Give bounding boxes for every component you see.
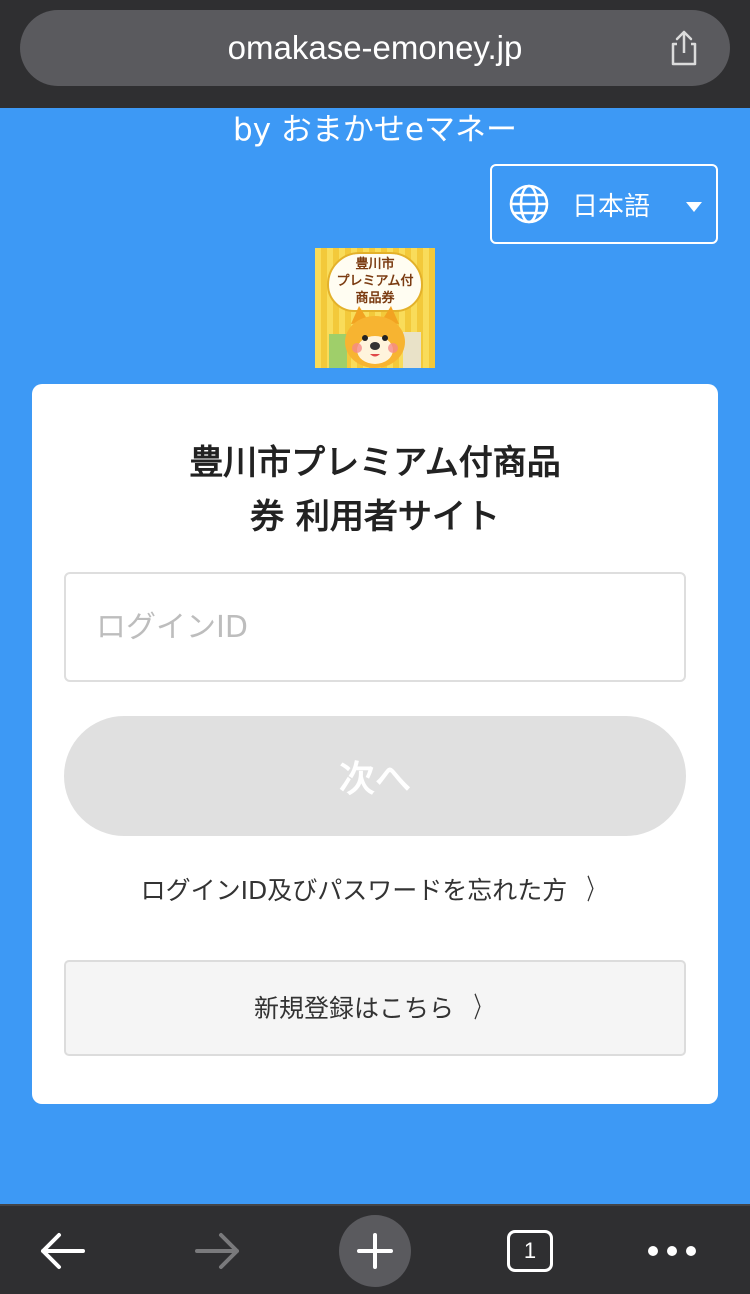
login-card: 豊川市プレミアム付商品 券 利用者サイト 次へ ログインID及びパスワードを忘れ… — [32, 384, 718, 1104]
login-id-input[interactable] — [64, 572, 686, 682]
logo-line: 豊川市 — [355, 257, 395, 272]
register-button[interactable]: 新規登録はこちら〉 — [64, 960, 686, 1056]
back-button[interactable] — [12, 1206, 112, 1294]
tab-count: 1 — [507, 1230, 553, 1272]
chevron-right-icon: 〉 — [473, 991, 491, 1024]
url-text: omakase-emoney.jp — [227, 29, 523, 66]
logo-line: プレミアム付 — [336, 274, 414, 289]
byline: by おまかせeマネー — [233, 112, 517, 148]
campaign-logo: 豊川市 プレミアム付 商品券 — [315, 248, 435, 368]
title-line: 豊川市プレミアム付商品 — [189, 443, 561, 483]
share-icon[interactable] — [664, 28, 704, 68]
forgot-credentials-link[interactable]: ログインID及びパスワードを忘れた方〉 — [32, 868, 718, 912]
back-arrow-icon — [41, 1233, 85, 1269]
forward-arrow-icon — [195, 1233, 239, 1269]
plus-icon — [339, 1215, 411, 1287]
mascot-icon — [329, 306, 421, 368]
logo-text: 豊川市 プレミアム付 商品券 — [315, 256, 435, 307]
more-button[interactable] — [622, 1206, 722, 1294]
title-line: 券 利用者サイト — [250, 497, 500, 537]
next-button[interactable]: 次へ — [64, 716, 686, 836]
forward-button[interactable] — [168, 1206, 268, 1294]
page-title: 豊川市プレミアム付商品 券 利用者サイト — [32, 436, 718, 544]
url-field[interactable]: omakase-emoney.jp — [20, 10, 730, 86]
language-selector[interactable]: 日本語 — [490, 164, 718, 244]
caret-down-icon — [686, 202, 702, 212]
more-icon — [648, 1246, 696, 1256]
new-tab-button[interactable] — [325, 1206, 425, 1294]
language-label: 日本語 — [572, 191, 651, 222]
tabs-button[interactable]: 1 — [480, 1206, 580, 1294]
browser-address-bar: omakase-emoney.jp — [0, 0, 750, 108]
forgot-link-label: ログインID及びパスワードを忘れた方 — [140, 876, 568, 905]
plus-glyph — [357, 1233, 393, 1269]
browser-toolbar: 1 — [0, 1204, 750, 1294]
register-label: 新規登録はこちら — [253, 994, 454, 1023]
globe-icon — [509, 184, 549, 224]
chevron-right-icon: 〉 — [586, 873, 604, 906]
